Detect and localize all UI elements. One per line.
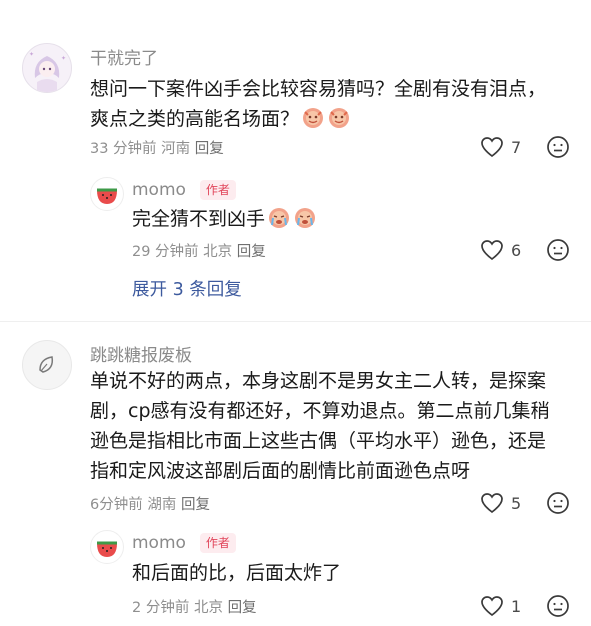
comment-meta: 33 分钟前 河南 回复 [90,137,224,158]
face-emoji-icon [327,105,351,129]
reply-button[interactable]: 回复 [195,141,224,157]
reply-button[interactable]: 回复 [228,600,257,616]
heart-icon [481,240,503,261]
meh-face-icon [547,239,569,261]
reply-text-fragment: 完全猜不到凶手 [132,208,266,230]
comment-text-fragment: 爽点之类的高能名场面？ [90,108,300,130]
watermelon-icon [97,541,117,557]
reply-username[interactable]: momo [132,180,186,200]
reply-header: momo 作者 [132,533,236,553]
time-location: 33 分钟前 河南 [90,141,191,157]
reply-username[interactable]: momo [132,533,186,553]
expand-replies-link[interactable]: 展开 3 条回复 [132,276,242,301]
dislike-button[interactable] [546,594,570,622]
reply-meta: 2 分钟前 北京 回复 [132,596,257,617]
comment-text: 想问一下案件凶手会比较容易猜吗？全剧有没有泪点， 爽点之类的高能名场面？ [90,74,570,134]
dislike-button[interactable] [546,135,570,163]
meh-face-icon [547,492,569,514]
svg-text:✦: ✦ [61,55,66,62]
crying-emoji-icon [267,205,291,229]
comment-text: 单说不好的两点，本身这剧不是男女主二人转，是探案 剧，cp感有没有都还好，不算劝… [90,366,580,486]
comment-text-line: 指和定风波这部剧后面的剧情比前面逊色点呀 [90,460,471,482]
time-location: 29 分钟前 北京 [132,244,233,260]
comment-username[interactable]: 跳跳糖报废板 [90,341,192,366]
like-button[interactable]: 7 [480,136,521,158]
comment-text-line: 逊色是指相比市面上这些古偶（平均水平）逊色，还是 [90,430,547,452]
heart-icon [481,493,503,514]
like-count: 6 [511,240,522,260]
svg-text:✦: ✦ [29,51,34,58]
avatar[interactable] [22,340,72,390]
dislike-button[interactable] [546,491,570,519]
heart-icon [481,137,503,158]
comment-text-line: 剧，cp感有没有都还好，不算劝退点。第二点前几集稍 [90,400,550,422]
face-emoji-icon [301,105,325,129]
time-location: 6分钟前 湖南 [90,497,177,513]
like-button[interactable]: 1 [480,595,521,617]
comment-username[interactable]: 干就完了 [90,44,158,69]
comment-text-line: 想问一下案件凶手会比较容易猜吗？全剧有没有泪点， [90,78,547,100]
reply-header: momo 作者 [132,180,236,200]
avatar[interactable]: ✦ ✦ [22,43,72,93]
reply-button[interactable]: 回复 [237,244,266,260]
like-button[interactable]: 5 [480,492,521,514]
heart-icon [481,596,503,617]
comment-text-line: 单说不好的两点，本身这剧不是男女主二人转，是探案 [90,370,547,392]
author-badge: 作者 [199,533,236,553]
reply-avatar[interactable] [90,177,124,211]
anime-avatar-icon: ✦ ✦ [23,44,71,92]
divider [0,321,591,322]
like-count: 5 [511,493,522,513]
reply-button[interactable]: 回复 [181,497,210,513]
reply-text: 完全猜不到凶手 [132,204,317,234]
reply-text: 和后面的比，后面太炸了 [132,562,342,584]
leaf-icon [39,356,54,373]
watermelon-icon [97,188,117,204]
meh-face-icon [547,136,569,158]
comment-meta: 6分钟前 湖南 回复 [90,493,210,514]
like-count: 1 [511,596,522,616]
like-button[interactable]: 6 [480,239,521,261]
reply-avatar[interactable] [90,530,124,564]
like-count: 7 [511,137,522,157]
reply-meta: 29 分钟前 北京 回复 [132,240,266,261]
author-badge: 作者 [199,180,236,200]
meh-face-icon [547,595,569,617]
cut-off-text: ••• •• ••• [132,0,228,9]
time-location: 2 分钟前 北京 [132,600,223,616]
comment-text-line: 爽点之类的高能名场面？ [90,104,570,134]
dislike-button[interactable] [546,238,570,266]
crying-emoji-icon [293,205,317,229]
